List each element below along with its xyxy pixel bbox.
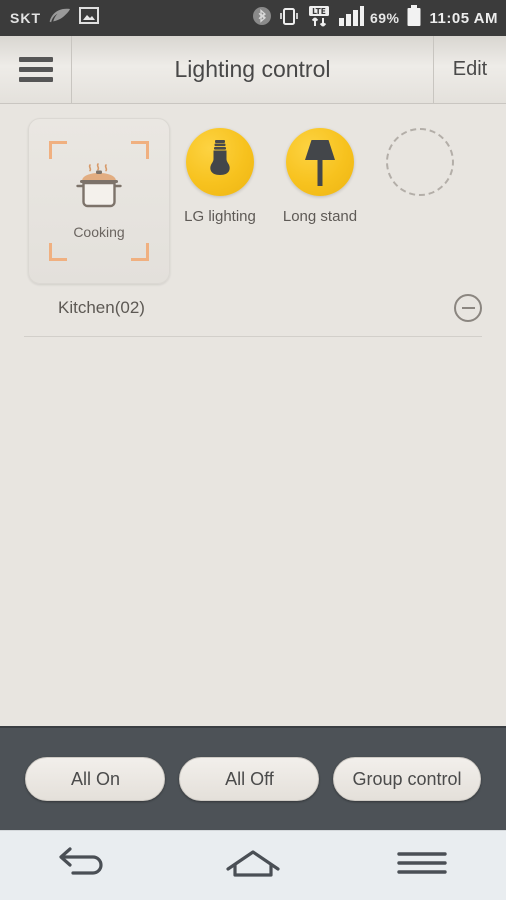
all-off-button[interactable]: All Off [179,757,320,801]
home-button[interactable] [198,831,308,900]
action-bar: All On All Off Group control [0,726,506,830]
floor-lamp-icon [297,134,343,191]
scene-card-cooking[interactable]: Cooking [28,118,170,284]
recent-apps-button[interactable] [367,831,477,900]
clock-label: 11:05 AM [429,9,498,27]
leaf-icon [49,7,71,30]
corner-bracket-icon [49,243,67,261]
image-icon [79,6,99,30]
battery-icon [406,4,422,32]
device-toggle-long-stand[interactable] [286,128,354,196]
hamburger-bar [18,77,53,82]
home-icon [224,847,282,884]
scene-label: Cooking [73,223,125,240]
corner-bracket-icon [131,141,149,159]
edit-button[interactable]: Edit [434,36,506,103]
light-bulb-icon [202,138,238,187]
back-button[interactable] [29,831,139,900]
group-row: Cooking LG lighting Long stand [0,118,506,284]
group-divider [24,336,482,337]
hamburger-bar [18,57,53,62]
device-label: LG lighting [184,208,256,225]
signal-bars-icon [338,5,364,31]
status-bar-left: SKT [10,6,99,30]
minus-line [461,307,475,309]
app-header: Lighting control Edit [0,36,506,104]
carrier-label: SKT [10,10,41,26]
back-arrow-icon [56,845,112,886]
group-control-button[interactable]: Group control [333,757,481,801]
group-name-label: Kitchen(02) [58,298,145,317]
empty-slot-icon[interactable] [386,128,454,196]
group-footer: Kitchen(02) [0,284,506,322]
status-bar-right: LTE 69% 11:05 AM [252,4,498,32]
device-list: LG lighting Long stand [170,118,470,225]
corner-bracket-icon [49,141,67,159]
group-section: Cooking LG lighting Long stand Kitchen(0… [0,104,506,337]
hamburger-menu-icon[interactable] [0,36,72,103]
all-on-button[interactable]: All On [25,757,166,801]
hamburger-bar [18,67,53,72]
lte-icon: LTE [306,5,332,32]
bluetooth-icon [252,6,272,31]
svg-text:LTE: LTE [312,7,326,16]
minus-circle-icon[interactable] [454,294,482,322]
device-label: Long stand [282,208,358,225]
device-toggle-lg-lighting[interactable] [186,128,254,196]
status-bar: SKT LTE 69% 11:05 AM [0,0,506,36]
battery-percent-label: 69% [369,10,400,26]
cooking-pot-icon [68,162,130,220]
device-item-long-stand[interactable]: Long stand [270,128,370,225]
vibrate-icon [278,6,300,31]
recent-apps-icon [396,849,448,882]
device-item-empty-slot[interactable] [370,128,470,208]
android-navigation-bar [0,830,506,900]
page-title: Lighting control [72,36,434,103]
device-item-lg-lighting[interactable]: LG lighting [170,128,270,225]
corner-bracket-icon [131,243,149,261]
